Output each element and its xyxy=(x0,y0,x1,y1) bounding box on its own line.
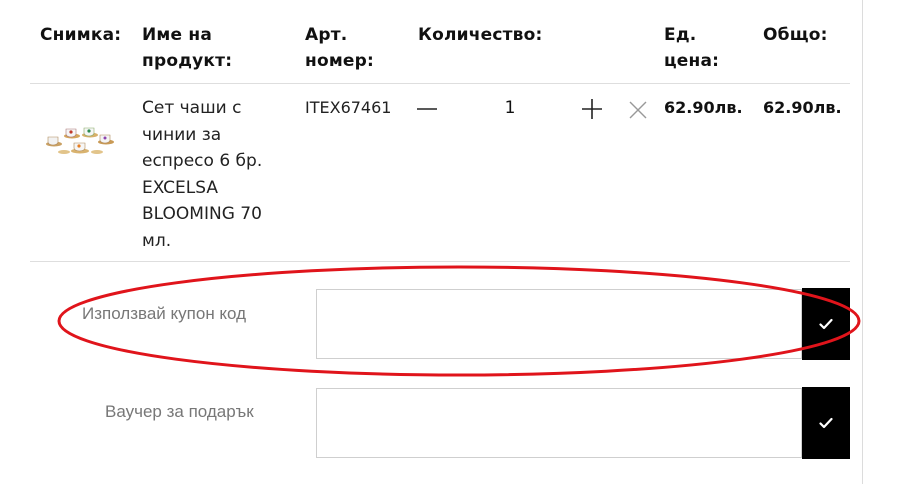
quantity-value[interactable]: 1 xyxy=(497,95,523,121)
header-product-name: Име на продукт: xyxy=(142,22,232,74)
header-product-name-line2: продукт: xyxy=(142,51,233,71)
header-divider xyxy=(30,83,850,84)
product-name-line: Сет чаши с xyxy=(142,98,242,118)
unit-price: 62.90лв. xyxy=(664,98,743,117)
check-icon xyxy=(819,417,833,429)
product-name-line: EXCELSA xyxy=(142,177,218,198)
product-name-line: BLOOMING 70 xyxy=(142,204,262,224)
minus-icon xyxy=(417,108,437,110)
voucher-input[interactable] xyxy=(316,388,802,458)
header-unit-price-line2: цена: xyxy=(664,51,720,71)
header-sku-line2: номер: xyxy=(305,51,375,71)
product-thumbnail[interactable] xyxy=(40,120,120,160)
header-product-name-line1: Име на xyxy=(142,25,212,45)
coupon-input[interactable] xyxy=(316,289,802,359)
header-image: Снимка: xyxy=(40,25,122,45)
coupon-label: Използвай купон код xyxy=(82,304,247,323)
header-sku: Арт. номер: xyxy=(305,22,374,74)
header-total: Общо: xyxy=(763,25,828,45)
product-name-line: чинии за xyxy=(142,124,222,145)
product-name[interactable]: Сет чаши с чинии за еспресо 6 бр. EXCELS… xyxy=(142,95,292,254)
product-name-line: еспресо 6 бр. xyxy=(142,151,263,171)
header-sku-line1: Арт. xyxy=(305,25,348,45)
row-total: 62.90лв. xyxy=(763,98,842,117)
decrease-quantity-button[interactable] xyxy=(410,92,444,126)
close-icon xyxy=(629,101,647,119)
apply-voucher-button[interactable] xyxy=(802,387,850,459)
right-border xyxy=(862,0,863,484)
plus-icon xyxy=(582,99,602,119)
product-name-line: мл. xyxy=(142,230,172,251)
apply-coupon-button[interactable] xyxy=(802,288,850,360)
row-divider xyxy=(30,261,850,262)
header-quantity: Количество: xyxy=(418,25,543,45)
header-unit-price-line1: Ед. xyxy=(664,25,697,45)
header-unit-price: Ед. цена: xyxy=(664,22,719,74)
voucher-label: Ваучер за подарък xyxy=(105,402,254,421)
product-sku: ITEX67461 xyxy=(305,98,392,117)
check-icon xyxy=(819,318,833,330)
increase-quantity-button[interactable] xyxy=(575,92,609,126)
remove-item-button[interactable] xyxy=(621,93,655,127)
